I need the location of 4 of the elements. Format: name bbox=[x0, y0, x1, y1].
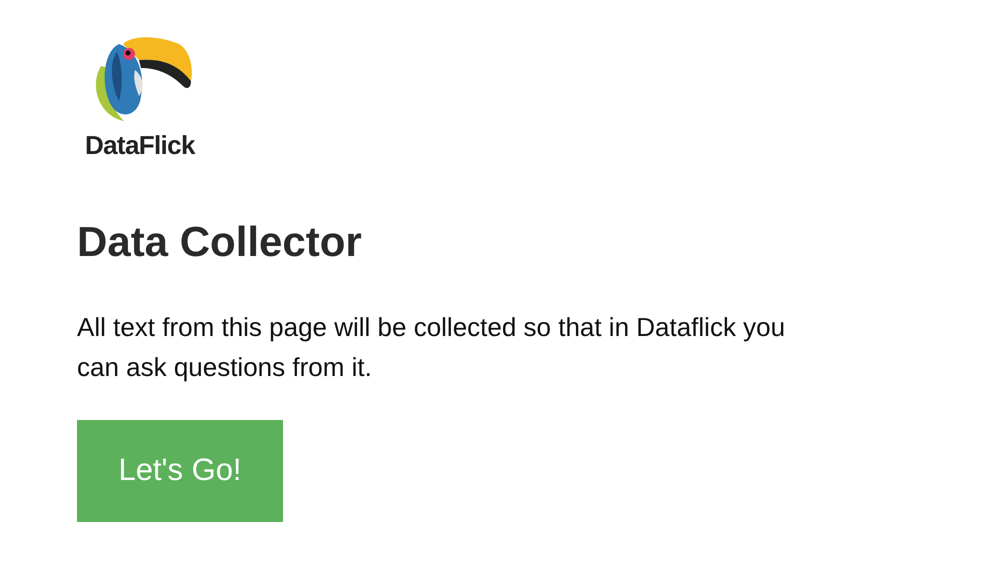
logo-text: DataFlick bbox=[85, 132, 195, 158]
lets-go-button[interactable]: Let's Go! bbox=[77, 420, 283, 522]
description-text: All text from this page will be collected so that in Dataflick you can ask questions from it. bbox=[77, 310, 786, 384]
page-heading: Data Collector bbox=[77, 217, 362, 267]
